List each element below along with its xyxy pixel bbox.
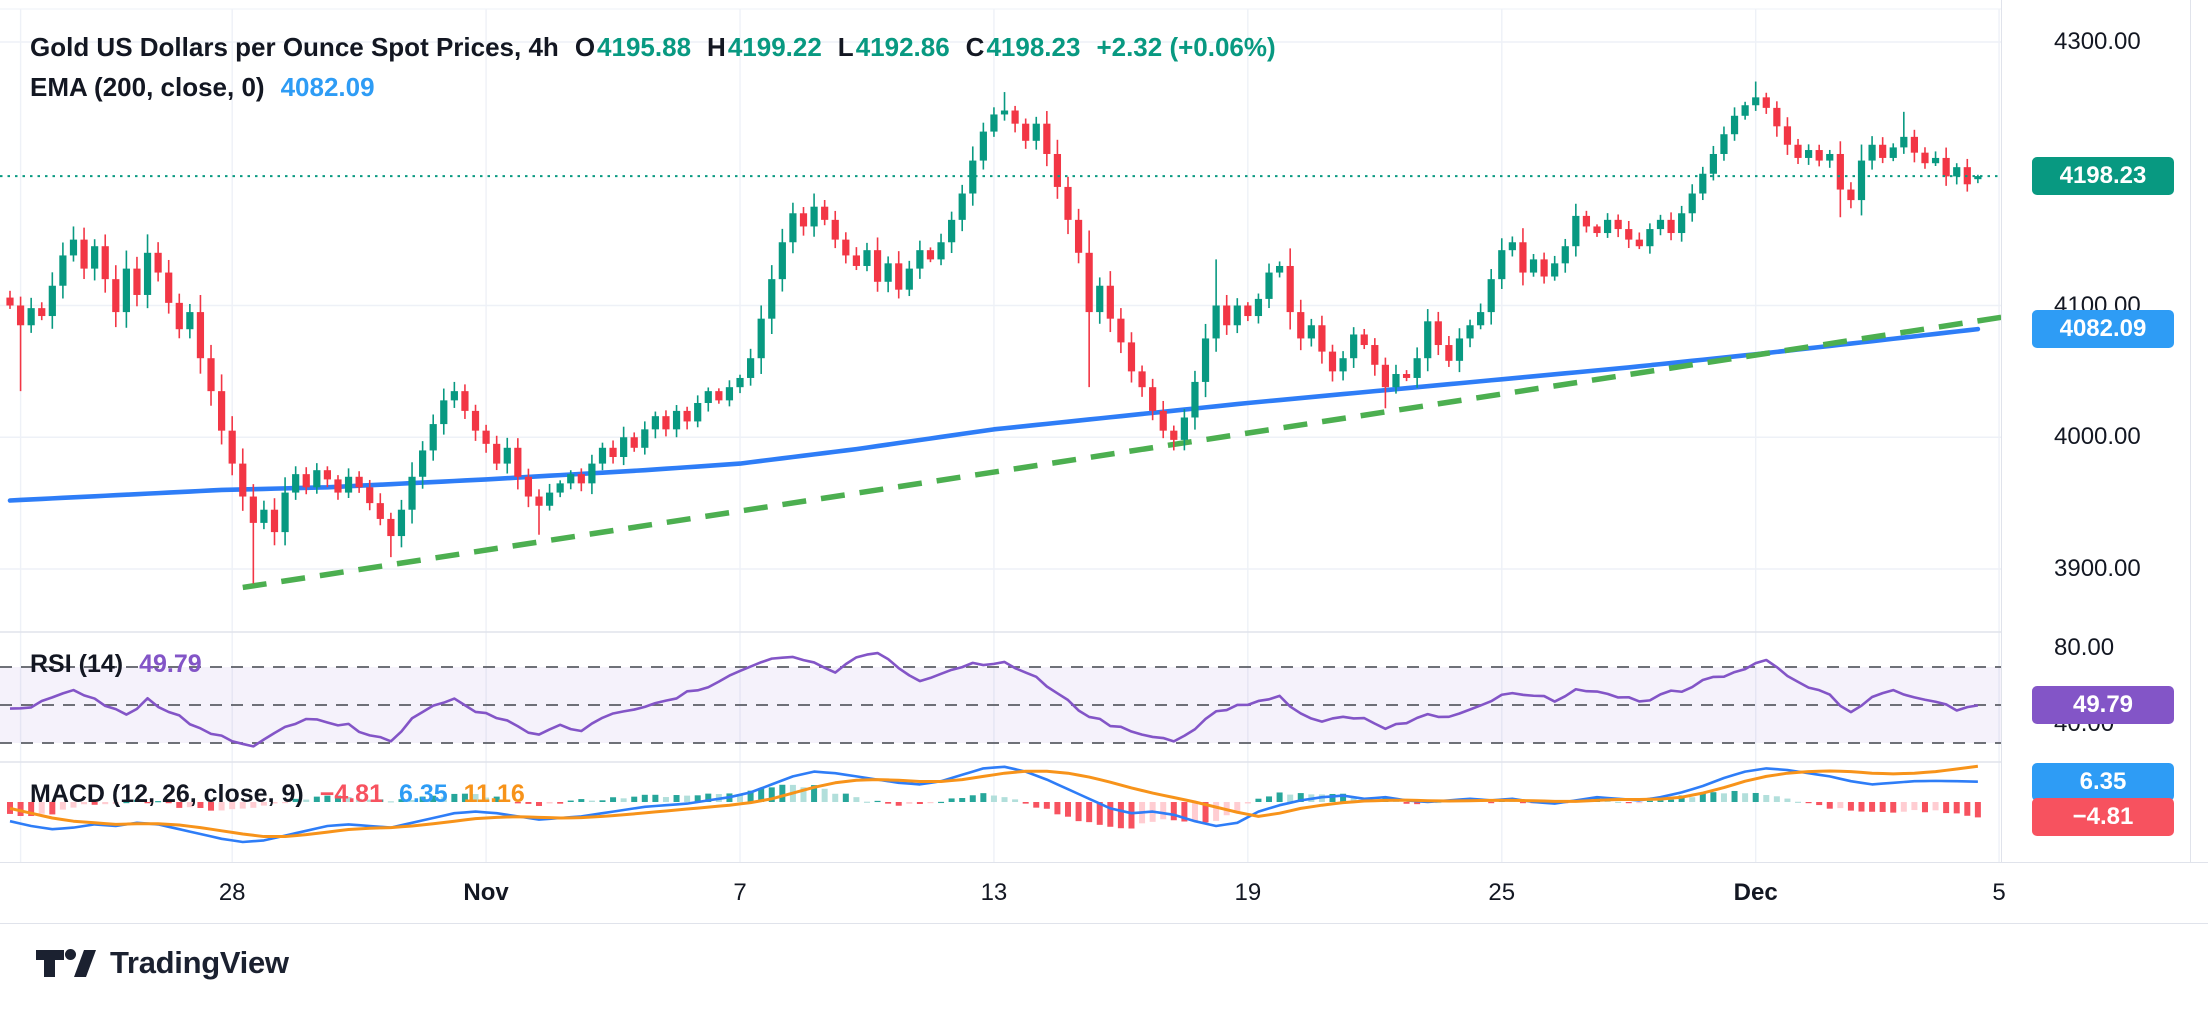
time-tick-label: 25 <box>1488 879 1515 907</box>
ema-legend-label: EMA (200, close, 0) <box>30 72 265 103</box>
close-value: C4198.23 <box>966 32 1081 63</box>
axis-tick-label: 4000.00 <box>2054 423 2141 451</box>
tradingview-logo-icon <box>34 944 98 982</box>
time-tick-label: 28 <box>219 879 246 907</box>
trading-chart-app: Gold US Dollars per Ounce Spot Prices, 4… <box>0 0 2208 1013</box>
open-value: O4195.88 <box>575 32 691 63</box>
time-tick-label: 7 <box>733 879 746 907</box>
rsi-legend[interactable]: RSI (14) 49.79 <box>30 650 202 679</box>
axis-tick-label: 80.00 <box>2054 634 2114 662</box>
symbol-legend[interactable]: Gold US Dollars per Ounce Spot Prices, 4… <box>30 32 1276 63</box>
price-badge: 4198.23 <box>2032 157 2174 195</box>
tradingview-logo[interactable]: TradingView <box>34 944 289 982</box>
macd-signal-value: 11.16 <box>464 780 525 809</box>
macd-legend[interactable]: MACD (12, 26, close, 9) −4.81 6.35 11.16 <box>30 780 525 809</box>
macd-line-value: 6.35 <box>399 780 448 809</box>
price-badge: 4082.09 <box>2032 310 2174 348</box>
macd-hist-value: −4.81 <box>320 780 383 809</box>
rsi-legend-label: RSI (14) <box>30 650 123 679</box>
price-badge: 6.35 <box>2032 763 2174 801</box>
price-axis[interactable]: 4300.004100.004000.003900.0080.0040.0040… <box>2001 0 2208 922</box>
high-value: H4199.22 <box>707 32 822 63</box>
axis-edge-line <box>2190 0 2191 922</box>
time-axis[interactable]: 28 Nov 7 13 19 25 Dec 5 <box>0 862 2208 924</box>
time-tick-label: Dec <box>1734 879 1778 907</box>
macd-legend-label: MACD (12, 26, close, 9) <box>30 780 304 809</box>
axis-tick-label: 4300.00 <box>2054 28 2141 56</box>
ema-legend[interactable]: EMA (200, close, 0) 4082.09 <box>30 72 375 103</box>
rsi-bands <box>0 667 2001 743</box>
symbol-title: Gold US Dollars per Ounce Spot Prices, 4… <box>30 32 559 63</box>
rsi-legend-value: 49.79 <box>139 650 202 679</box>
low-value: L4192.86 <box>838 32 950 63</box>
time-tick-label: 13 <box>981 879 1008 907</box>
ema-legend-value: 4082.09 <box>281 72 375 103</box>
tradingview-logo-text: TradingView <box>110 945 289 981</box>
price-badge: −4.81 <box>2032 798 2174 836</box>
price-badge: 49.79 <box>2032 686 2174 724</box>
time-tick-label: 19 <box>1235 879 1262 907</box>
axis-tick-label: 3900.00 <box>2054 555 2141 583</box>
change-value: +2.32 (+0.06%) <box>1096 32 1275 63</box>
time-tick-label: Nov <box>463 879 508 907</box>
time-tick-label: 5 <box>1992 879 2005 907</box>
